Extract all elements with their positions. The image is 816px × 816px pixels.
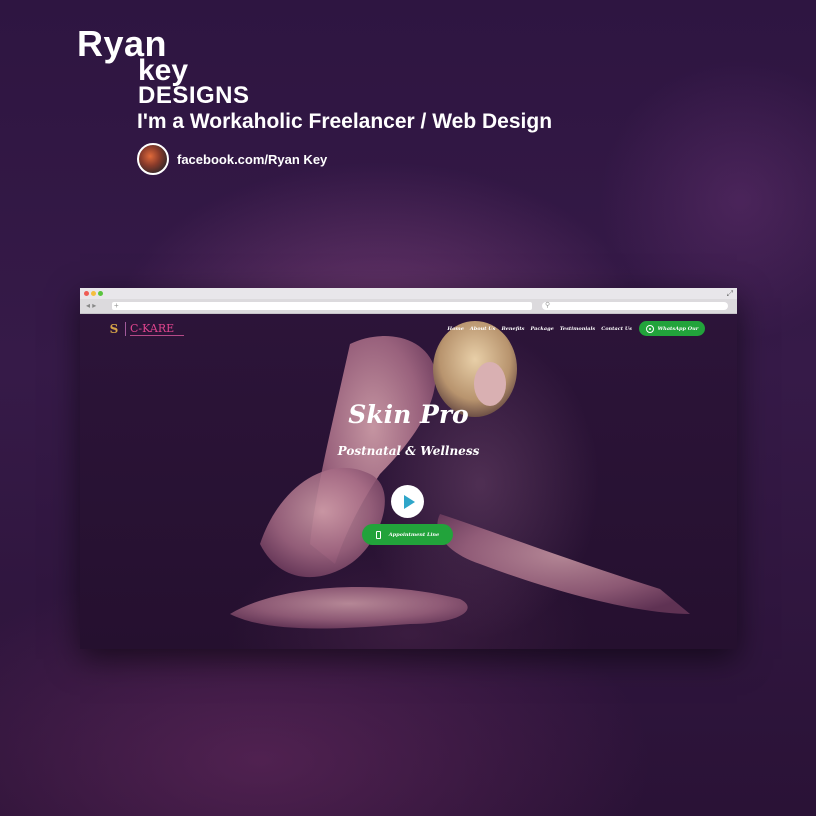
search-icon: ⚲ bbox=[545, 302, 551, 309]
fullscreen-icon[interactable]: ⤢ bbox=[727, 289, 733, 298]
whatsapp-button[interactable]: WhatsApp Our bbox=[639, 321, 705, 336]
browser-window: ⤢ ◂ ▸ + ⚲ S C-KARE Home About Us Benefit… bbox=[80, 288, 737, 649]
logo-emblem: S bbox=[109, 322, 119, 336]
play-video-button[interactable] bbox=[391, 485, 424, 518]
logo-text: C-KARE bbox=[130, 322, 175, 335]
facebook-link[interactable]: facebook.com/Ryan Key bbox=[137, 143, 327, 175]
logo-divider bbox=[125, 322, 126, 336]
new-tab-icon[interactable]: + bbox=[114, 301, 119, 310]
nav-benefits[interactable]: Benefits bbox=[501, 326, 524, 332]
profile-avatar bbox=[137, 143, 169, 175]
facebook-link-text[interactable]: facebook.com/Ryan Key bbox=[177, 152, 327, 167]
browser-toolbar: ◂ ▸ + ⚲ bbox=[80, 299, 737, 314]
zoom-window-icon[interactable] bbox=[98, 291, 103, 296]
browser-titlebar: ⤢ bbox=[80, 288, 737, 299]
browser-search-field[interactable]: ⚲ bbox=[542, 302, 728, 310]
hero-photo bbox=[230, 321, 690, 629]
back-forward-icon[interactable]: ◂ ▸ bbox=[86, 301, 96, 310]
whatsapp-button-label: WhatsApp Our bbox=[657, 325, 699, 332]
nav-about-us[interactable]: About Us bbox=[470, 326, 496, 332]
logo-underline bbox=[130, 335, 184, 336]
website-hero: S C-KARE Home About Us Benefits Package … bbox=[80, 314, 737, 649]
tagline: I'm a Workaholic Freelancer / Web Design bbox=[137, 110, 553, 133]
site-nav: Home About Us Benefits Package Testimoni… bbox=[447, 326, 632, 332]
brand-name-line3: DESIGNS bbox=[138, 82, 250, 109]
appointment-button-label: Appointment Line bbox=[388, 531, 440, 538]
appointment-button[interactable]: Appointment Line bbox=[362, 524, 453, 545]
hero-title: Skin Pro bbox=[348, 400, 469, 429]
nav-testimonials[interactable]: Testimonials bbox=[560, 326, 595, 332]
minimize-window-icon[interactable] bbox=[91, 291, 96, 296]
nav-contact-us[interactable]: Contact Us bbox=[601, 326, 632, 332]
whatsapp-icon bbox=[645, 324, 654, 333]
play-icon bbox=[403, 494, 415, 509]
address-bar[interactable]: + bbox=[112, 301, 532, 310]
phone-icon bbox=[375, 530, 381, 539]
close-window-icon[interactable] bbox=[84, 291, 89, 296]
nav-home[interactable]: Home bbox=[447, 326, 464, 332]
hero-subtitle: Postnatal & Wellness bbox=[337, 444, 480, 458]
nav-package[interactable]: Package bbox=[530, 326, 553, 332]
